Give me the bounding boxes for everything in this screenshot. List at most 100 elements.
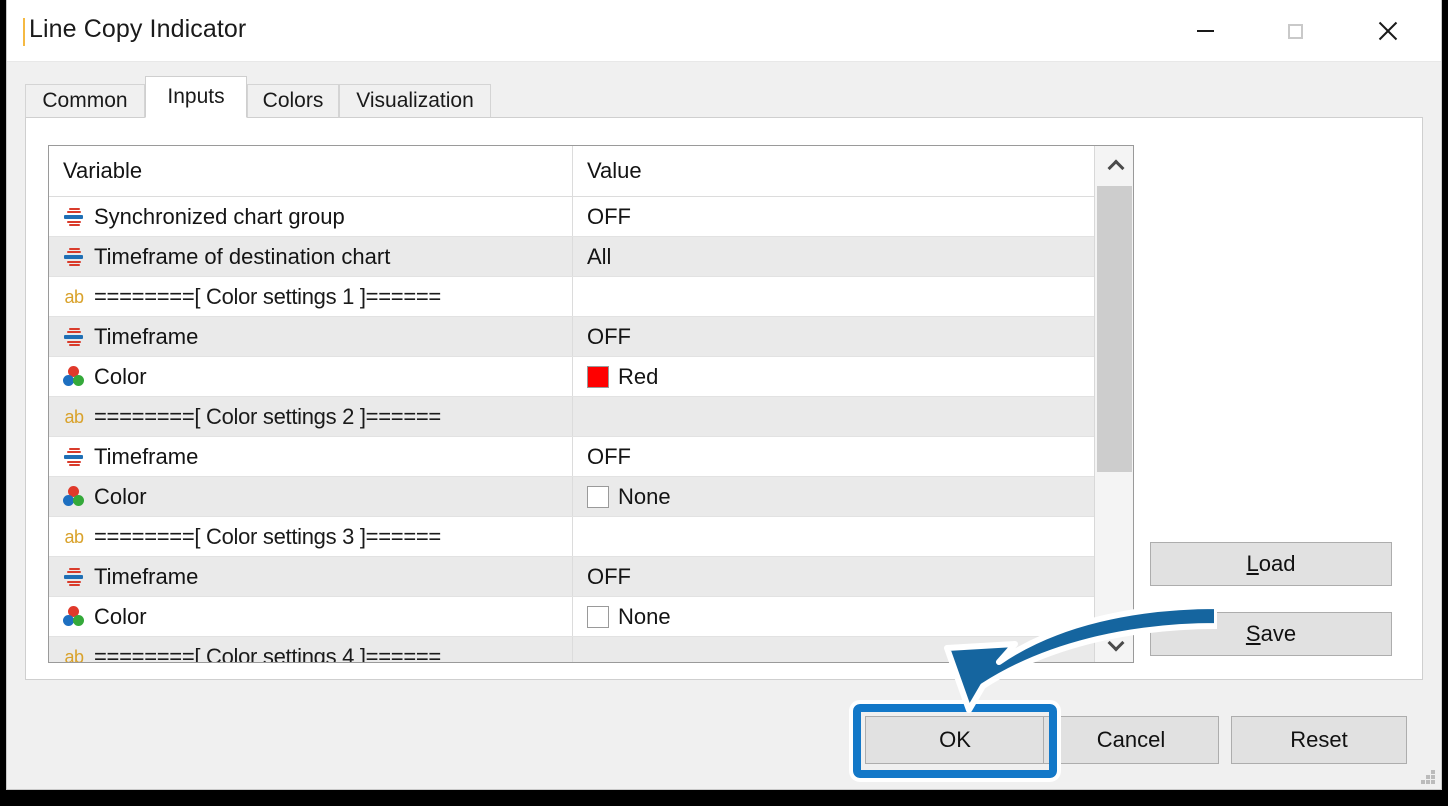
table-row[interactable]: Color None xyxy=(49,477,1094,517)
row-variable-label: Color xyxy=(94,603,147,629)
table-row[interactable]: Timeframe OFF xyxy=(49,557,1094,597)
title-bar: Line Copy Indicator xyxy=(7,0,1441,62)
chevron-up-icon xyxy=(1108,158,1122,172)
color-swatch[interactable] xyxy=(587,485,609,508)
ok-button[interactable]: OK xyxy=(865,716,1045,764)
row-variable-cell: Timeframe of destination chart xyxy=(49,237,573,276)
button-label: Reset xyxy=(1290,727,1348,752)
text-ab-icon: ab xyxy=(64,286,84,307)
inputs-grid[interactable]: Variable Value Synchronized chart group … xyxy=(48,145,1134,663)
row-value-cell[interactable]: All xyxy=(573,237,1094,276)
row-value-cell[interactable] xyxy=(573,517,1094,556)
table-row[interactable]: Color Red xyxy=(49,357,1094,397)
button-label-rest: oad xyxy=(1258,551,1296,576)
column-header-label: Variable xyxy=(63,158,143,183)
resize-grip[interactable] xyxy=(1419,768,1435,784)
row-variable-label: Timeframe of destination chart xyxy=(94,243,391,269)
scroll-up-button[interactable] xyxy=(1095,146,1133,184)
row-variable-cell: Color xyxy=(49,477,573,516)
row-value-cell[interactable] xyxy=(573,637,1094,662)
row-value-label: OFF xyxy=(587,323,631,349)
button-accel-char: S xyxy=(1245,621,1261,646)
timeframe-icon xyxy=(63,326,85,348)
table-row[interactable]: ab ========[ Color settings 2 ]====== xyxy=(49,397,1094,437)
row-variable-cell: ab ========[ Color settings 2 ]====== xyxy=(49,397,573,436)
rgb-color-icon xyxy=(63,605,85,628)
close-button[interactable] xyxy=(1357,0,1417,62)
tab-strip: Common Inputs Colors Visualization xyxy=(25,76,1423,118)
grid-vertical-scrollbar[interactable] xyxy=(1094,146,1133,662)
tab-label: Visualization xyxy=(356,89,474,112)
dialog-window: Line Copy Indicator Common Inputs Colors… xyxy=(6,0,1442,790)
save-button[interactable]: Save xyxy=(1150,612,1392,656)
table-row[interactable]: Synchronized chart group OFF xyxy=(49,197,1094,237)
table-row[interactable]: ab ========[ Color settings 4 ]====== xyxy=(49,637,1094,663)
grid-header-variable: Variable xyxy=(49,146,573,196)
button-label-rest: ave xyxy=(1260,621,1297,646)
row-variable-cell: ab ========[ Color settings 4 ]====== xyxy=(49,637,573,663)
row-variable-cell: Timeframe xyxy=(49,317,573,356)
row-variable-label: ========[ Color settings 1 ]====== xyxy=(94,283,441,309)
reset-button[interactable]: Reset xyxy=(1231,716,1407,764)
grid-header-row: Variable Value xyxy=(49,146,1094,197)
timeframe-icon xyxy=(63,206,85,228)
row-variable-label: ========[ Color settings 2 ]====== xyxy=(94,403,441,429)
row-value-label: OFF xyxy=(587,203,631,229)
scrollbar-thumb[interactable] xyxy=(1097,186,1132,472)
row-variable-cell: Color xyxy=(49,597,573,636)
row-value-label: OFF xyxy=(587,443,631,469)
window-title: Line Copy Indicator xyxy=(29,15,247,43)
table-row[interactable]: Timeframe OFF xyxy=(49,437,1094,477)
row-value-cell[interactable]: OFF xyxy=(573,317,1094,356)
tab-common[interactable]: Common xyxy=(25,84,145,118)
row-variable-label: ========[ Color settings 4 ]====== xyxy=(94,643,441,663)
tab-inputs[interactable]: Inputs xyxy=(145,76,247,118)
color-swatch[interactable] xyxy=(587,365,609,388)
tab-colors[interactable]: Colors xyxy=(247,84,339,118)
tab-label: Inputs xyxy=(167,85,225,108)
tab-page-inputs: Variable Value Synchronized chart group … xyxy=(25,118,1423,680)
timeframe-icon xyxy=(63,566,85,588)
text-ab-icon: ab xyxy=(64,526,84,547)
minimize-button[interactable] xyxy=(1175,0,1235,62)
row-value-label: OFF xyxy=(587,563,631,589)
timeframe-icon xyxy=(63,446,85,468)
row-value-cell[interactable]: None xyxy=(573,597,1094,636)
load-button[interactable]: Load xyxy=(1150,542,1392,586)
row-variable-label: Timeframe xyxy=(94,323,199,349)
table-row[interactable]: ab ========[ Color settings 1 ]====== xyxy=(49,277,1094,317)
row-value-cell[interactable] xyxy=(573,397,1094,436)
chevron-down-icon xyxy=(1108,636,1122,650)
maximize-button[interactable] xyxy=(1265,0,1325,62)
row-value-cell[interactable]: OFF xyxy=(573,437,1094,476)
tab-visualization[interactable]: Visualization xyxy=(339,84,491,118)
row-value-cell[interactable]: OFF xyxy=(573,557,1094,596)
table-row[interactable]: Timeframe of destination chart All xyxy=(49,237,1094,277)
grid-header-value: Value xyxy=(573,146,1094,196)
title-accent-mark xyxy=(23,18,25,46)
row-variable-cell: Synchronized chart group xyxy=(49,197,573,236)
color-swatch[interactable] xyxy=(587,605,609,628)
row-value-cell[interactable]: OFF xyxy=(573,197,1094,236)
row-value-cell[interactable]: Red xyxy=(573,357,1094,396)
table-row[interactable]: ab ========[ Color settings 3 ]====== xyxy=(49,517,1094,557)
row-value-label: Red xyxy=(618,363,659,389)
table-row[interactable]: Timeframe OFF xyxy=(49,317,1094,357)
text-ab-icon: ab xyxy=(64,406,84,427)
row-value-label: None xyxy=(618,603,671,629)
row-value-cell[interactable] xyxy=(573,277,1094,316)
button-label: Cancel xyxy=(1096,727,1166,752)
tab-label: Colors xyxy=(262,89,324,112)
table-row[interactable]: Color None xyxy=(49,597,1094,637)
column-header-label: Value xyxy=(587,158,642,183)
scroll-down-button[interactable] xyxy=(1095,624,1133,662)
tab-label: Common xyxy=(42,89,128,112)
cancel-button[interactable]: Cancel xyxy=(1043,716,1219,764)
row-value-cell[interactable]: None xyxy=(573,477,1094,516)
minimize-icon xyxy=(1196,30,1214,32)
close-icon xyxy=(1377,21,1397,41)
row-value-label: All xyxy=(587,243,612,269)
rgb-color-icon xyxy=(63,365,85,388)
row-variable-label: Timeframe xyxy=(94,443,199,469)
button-accel-char: L xyxy=(1246,551,1259,576)
